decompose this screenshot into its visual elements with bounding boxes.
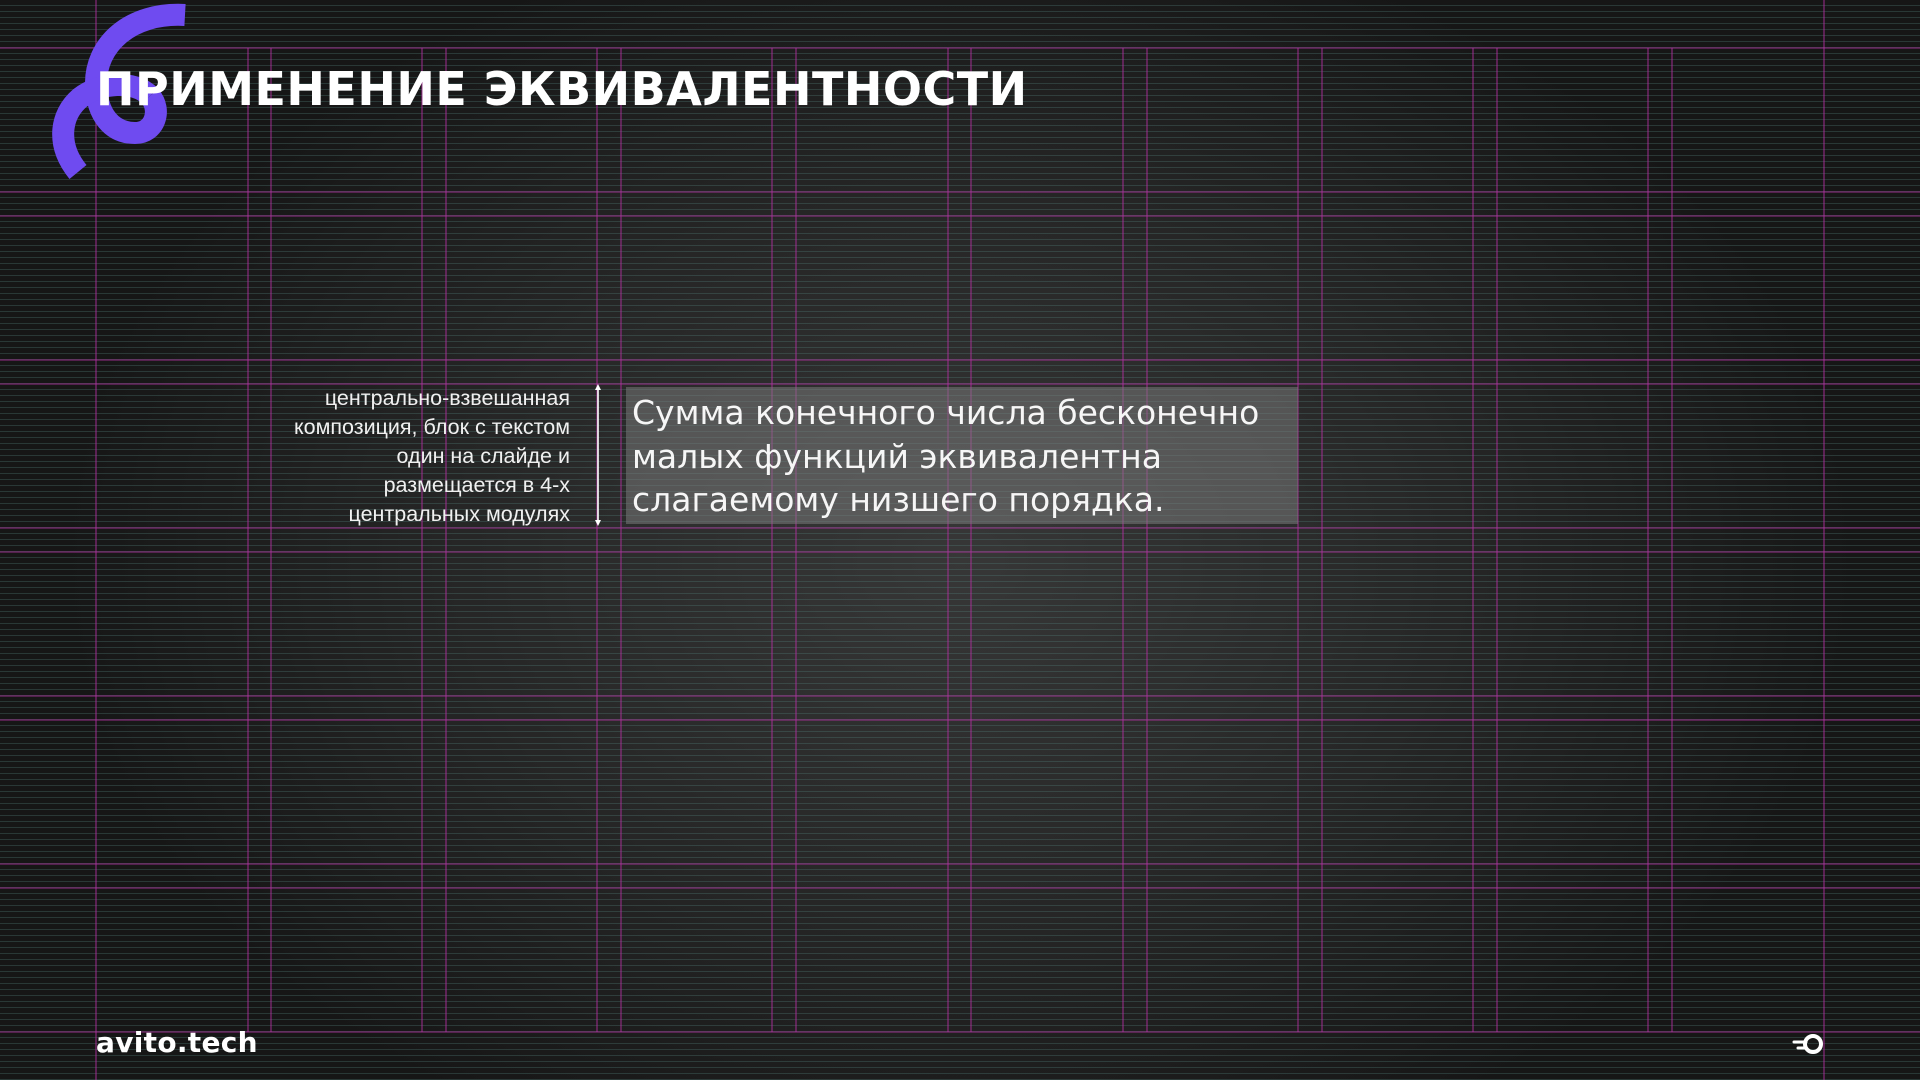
- main-text-line: малых функций эквивалентна: [632, 436, 1162, 476]
- brand-logo-text: avito.tech: [96, 1026, 258, 1059]
- double-arrow-icon: [595, 384, 601, 526]
- annotation-line: центральных модулях: [348, 502, 571, 526]
- main-text-line: слагаемому низшего порядка.: [632, 480, 1165, 519]
- annotation-line: размещается в 4-х: [383, 473, 570, 497]
- annotation-line: один на слайде и: [396, 444, 570, 468]
- baseline-grid: [0, 0, 1920, 1080]
- main-text-line: Сумма конечного числа бесконечно: [632, 393, 1260, 432]
- grid-rows: [0, 47, 1920, 1033]
- layout-annotation: центрально-взвешанная композиция, блок с…: [224, 384, 570, 529]
- layout-grid: [0, 0, 1920, 1080]
- page-title: ПРИМЕНЕНИЕ ЭКВИВАЛЕНТНОСТИ: [96, 62, 1028, 116]
- avito-mark-icon: [1792, 1034, 1823, 1054]
- slide: ПРИМЕНЕНИЕ ЭКВИВАЛЕНТНОСТИ центрально-вз…: [0, 0, 1920, 1080]
- main-text-block: Сумма конечного числа бесконечно малых ф…: [626, 387, 1298, 524]
- grid-columns: [95, 0, 1825, 1080]
- annotation-line: центрально-взвешанная: [324, 386, 570, 410]
- annotation-line: композиция, блок с текстом: [293, 415, 570, 439]
